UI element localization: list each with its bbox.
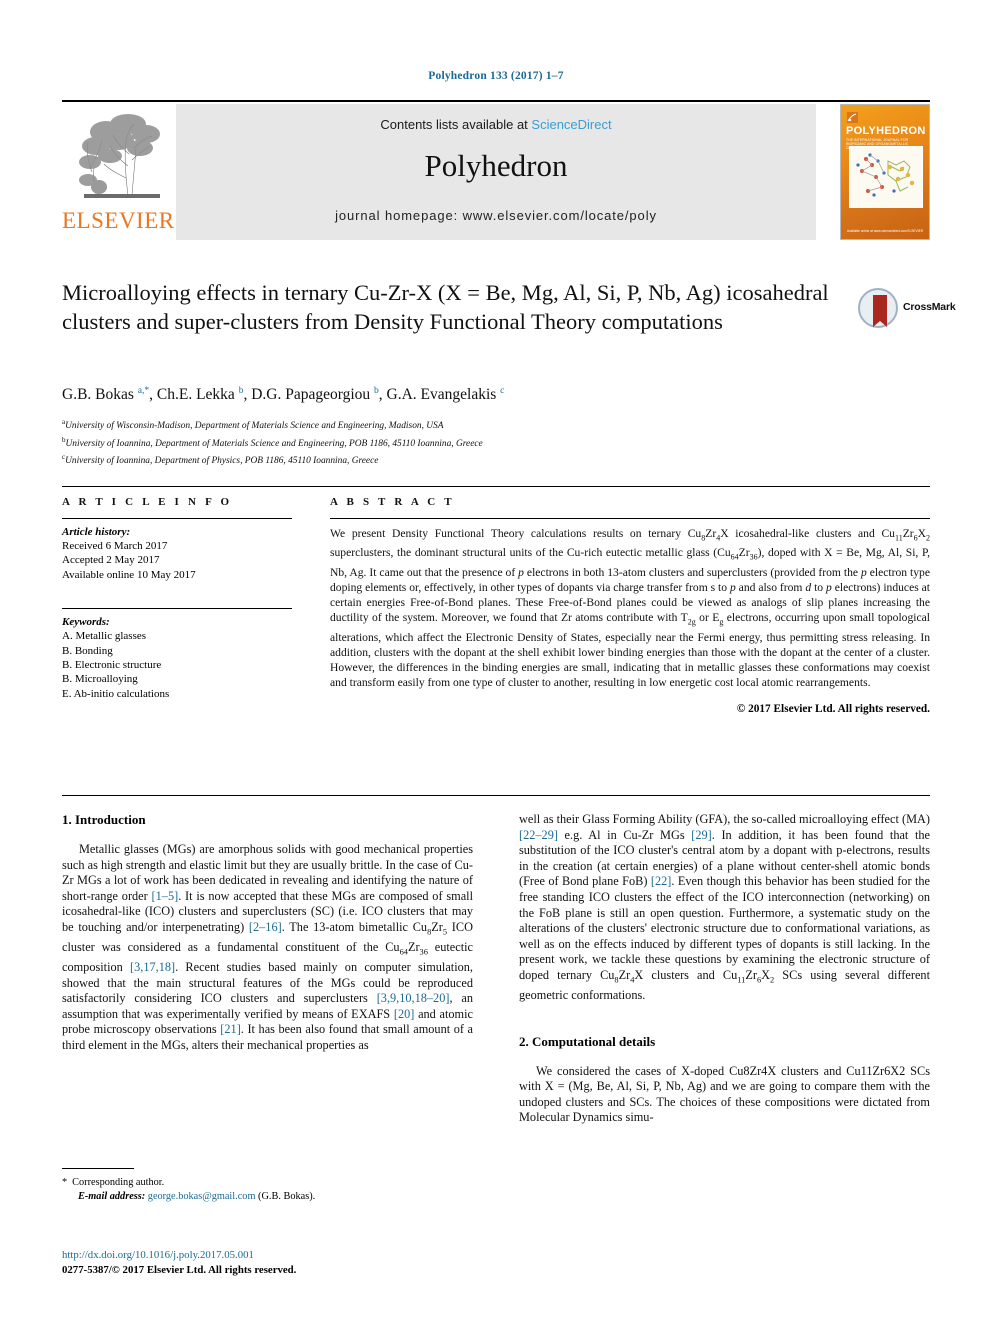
abstract-column: A B S T R A C T We present Density Funct… bbox=[330, 496, 930, 715]
article-info-rule bbox=[62, 518, 292, 519]
cover-artwork bbox=[849, 146, 923, 208]
contents-prefix: Contents lists available at bbox=[380, 117, 532, 132]
crossmark-circle-icon bbox=[858, 288, 898, 328]
article-info-heading: A R T I C L E I N F O bbox=[62, 496, 233, 508]
affiliation-b: bUniversity of Ioannina, Department of M… bbox=[62, 434, 922, 452]
footnote-star-marker: * bbox=[62, 1177, 68, 1188]
elsevier-logo: ELSEVIER bbox=[62, 106, 175, 238]
page-title: Microalloying effects in ternary Cu-Zr-X… bbox=[62, 280, 829, 334]
history-received: Received 6 March 2017 bbox=[62, 540, 168, 552]
masthead-top-rule bbox=[62, 100, 930, 102]
author-list: G.B. Bokas a,*, Ch.E. Lekka b, D.G. Papa… bbox=[62, 386, 505, 404]
footnote-corresponding-text: Corresponding author. bbox=[72, 1177, 165, 1188]
contents-available-line: Contents lists available at ScienceDirec… bbox=[176, 117, 816, 132]
footnote-line-2: E-mail address: george.bokas@gmail.com (… bbox=[62, 1190, 473, 1204]
section-heading-computational-details: 2. Computational details bbox=[519, 1033, 656, 1049]
crossmark-badge[interactable]: CrossMark bbox=[858, 288, 956, 330]
keyword-item: B. Electronic structure bbox=[62, 659, 162, 672]
abstract-copyright: © 2017 Elsevier Ltd. All rights reserved… bbox=[736, 702, 930, 715]
journal-masthead: ELSEVIER Contents lists available at Sci… bbox=[62, 100, 930, 240]
email-address-label: E-mail address: bbox=[78, 1191, 146, 1202]
affiliation-c: cUniversity of Ioannina, Department of P… bbox=[62, 451, 922, 469]
doi-link[interactable]: http://dx.doi.org/10.1016/j.poly.2017.05… bbox=[62, 1248, 562, 1263]
journal-homepage[interactable]: journal homepage: www.elsevier.com/locat… bbox=[176, 208, 816, 223]
affiliation-text-a: University of Wisconsin-Madison, Departm… bbox=[65, 421, 444, 432]
keywords-rule bbox=[62, 608, 292, 610]
crossmark-label: CrossMark bbox=[903, 301, 956, 313]
author-email-link[interactable]: george.bokas@gmail.com bbox=[148, 1191, 256, 1202]
intro-paragraph-1: Metallic glasses (MGs) are amorphous sol… bbox=[62, 842, 474, 1053]
body-column-left: 1. Introduction Metallic glasses (MGs) a… bbox=[62, 812, 473, 1054]
article-history-label: Article history: bbox=[62, 526, 131, 538]
keyword-item: A. Metallic glasses bbox=[62, 630, 147, 643]
intro-paragraph-1-continued: well as their Glass Forming Ability (GFA… bbox=[519, 812, 930, 1002]
abstract-rule bbox=[330, 518, 930, 519]
elsevier-wordmark: ELSEVIER bbox=[62, 208, 175, 233]
history-accepted: Accepted 2 May 2017 bbox=[62, 554, 160, 567]
running-head: Polyhedron 133 (2017) 1–7 bbox=[428, 70, 564, 82]
section-heading-introduction: 1. Introduction bbox=[62, 812, 146, 827]
elsevier-tree-icon bbox=[66, 108, 164, 206]
cover-title: POLYHEDRON bbox=[846, 125, 926, 137]
paper-page: Polyhedron 133 (2017) 1–7 ELSEVIER Conte… bbox=[0, 0, 992, 1323]
abstract-heading: A B S T R A C T bbox=[330, 496, 455, 508]
issn-copyright: 0277-5387/© 2017 Elsevier Ltd. All right… bbox=[62, 1263, 297, 1276]
journal-cover-image: POLYHEDRON THE INTERNATIONAL JOURNAL FOR… bbox=[840, 104, 930, 240]
body-column-right: well as their Glass Forming Ability (GFA… bbox=[519, 812, 930, 1126]
affiliation-a: aUniversity of Wisconsin-Madison, Depart… bbox=[62, 416, 922, 434]
body-top-rule bbox=[62, 795, 930, 796]
article-info-column: A R T I C L E I N F O Article history: R… bbox=[62, 496, 292, 701]
contents-band: Contents lists available at ScienceDirec… bbox=[176, 104, 816, 240]
cover-bottom-right: ELSEVIER bbox=[907, 229, 923, 233]
affiliation-text-b: University of Ioannina, Department of Ma… bbox=[65, 438, 483, 449]
sciencedirect-link[interactable]: ScienceDirect bbox=[531, 117, 611, 132]
journal-title: Polyhedron bbox=[424, 148, 568, 183]
keyword-item: B. Bonding bbox=[62, 644, 113, 657]
footnote-line-1: * Corresponding author. bbox=[62, 1176, 473, 1190]
history-online: Available online 10 May 2017 bbox=[62, 568, 196, 581]
info-block-top-rule bbox=[62, 486, 930, 487]
footer-metadata: http://dx.doi.org/10.1016/j.poly.2017.05… bbox=[62, 1248, 562, 1277]
keywords-label: Keywords: bbox=[62, 616, 110, 629]
affiliation-text-c: University of Ioannina, Department of Ph… bbox=[65, 456, 379, 467]
footnote-rule bbox=[62, 1168, 134, 1169]
keyword-item: E. Ab-initio calculations bbox=[62, 687, 170, 700]
crossmark-bookmark-icon bbox=[873, 295, 887, 327]
cover-bottom-left: Available online at www.sciencedirect.co… bbox=[847, 229, 907, 233]
computational-paragraph-1: We considered the cases of X-doped Cu8Zr… bbox=[519, 1063, 930, 1125]
title-area: Microalloying effects in ternary Cu-Zr-X… bbox=[62, 278, 852, 336]
cover-elsevier-icon bbox=[847, 110, 858, 123]
email-owner: (G.B. Bokas). bbox=[258, 1191, 316, 1202]
affiliations: aUniversity of Wisconsin-Madison, Depart… bbox=[62, 416, 922, 469]
corresponding-author-footnote: * Corresponding author. E-mail address: g… bbox=[62, 1176, 473, 1204]
keyword-item: B. Microalloying bbox=[62, 673, 138, 686]
abstract-body: We present Density Functional Theory cal… bbox=[330, 527, 931, 689]
